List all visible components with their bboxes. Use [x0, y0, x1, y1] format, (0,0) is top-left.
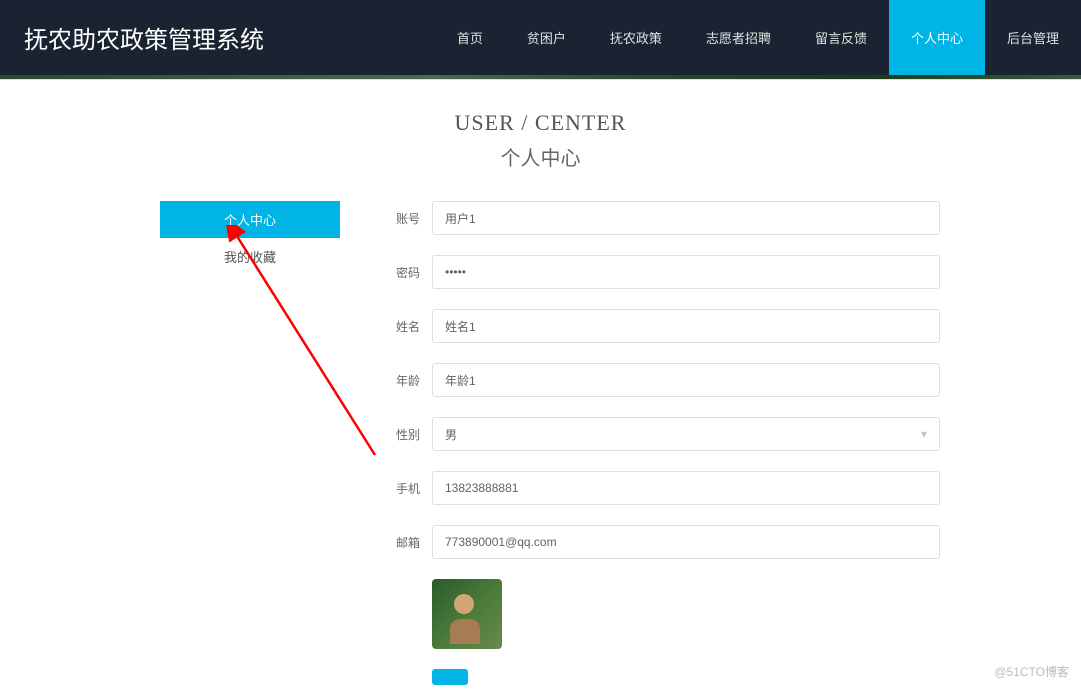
label-email: 邮箱 [380, 534, 420, 551]
row-password: 密码 [380, 255, 940, 289]
content-area: 个人中心 我的收藏 账号 密码 姓名 年龄 性别 男 ▾ 手机 [0, 201, 1081, 685]
row-email: 邮箱 [380, 525, 940, 559]
top-navbar: 抚农助农政策管理系统 首页 贫困户 抚农政策 志愿者招聘 留言反馈 个人中心 后… [0, 0, 1081, 75]
page-title-cn: 个人中心 [0, 142, 1081, 171]
page-title-en: USER / CENTER [0, 110, 1081, 136]
banner-image [0, 75, 1081, 80]
row-age: 年龄 [380, 363, 940, 397]
chevron-down-icon: ▾ [921, 427, 927, 441]
input-email[interactable] [432, 525, 940, 559]
nav-feedback[interactable]: 留言反馈 [793, 0, 889, 75]
input-account[interactable] [432, 201, 940, 235]
nav-menu: 首页 贫困户 抚农政策 志愿者招聘 留言反馈 个人中心 后台管理 [288, 0, 1081, 75]
input-age[interactable] [432, 363, 940, 397]
sidebar-item-favorites[interactable]: 我的收藏 [160, 238, 340, 275]
input-password[interactable] [432, 255, 940, 289]
sidebar-item-user-center[interactable]: 个人中心 [160, 201, 340, 238]
label-password: 密码 [380, 264, 420, 281]
label-phone: 手机 [380, 480, 420, 497]
nav-admin[interactable]: 后台管理 [985, 0, 1081, 75]
avatar-thumbnail[interactable] [432, 579, 502, 649]
form-area: 账号 密码 姓名 年龄 性别 男 ▾ 手机 邮箱 [380, 201, 940, 685]
label-name: 姓名 [380, 318, 420, 335]
row-name: 姓名 [380, 309, 940, 343]
nav-volunteer[interactable]: 志愿者招聘 [684, 0, 793, 75]
select-gender[interactable]: 男 ▾ [432, 417, 940, 451]
input-name[interactable] [432, 309, 940, 343]
nav-policies[interactable]: 抚农政策 [588, 0, 684, 75]
page-title: USER / CENTER 个人中心 [0, 110, 1081, 171]
label-account: 账号 [380, 210, 420, 227]
row-phone: 手机 [380, 471, 940, 505]
brand-title: 抚农助农政策管理系统 [0, 20, 288, 55]
select-gender-value: 男 [445, 426, 457, 443]
watermark: @51CTO博客 [994, 663, 1069, 680]
row-gender: 性别 男 ▾ [380, 417, 940, 451]
row-account: 账号 [380, 201, 940, 235]
nav-home[interactable]: 首页 [435, 0, 505, 75]
input-phone[interactable] [432, 471, 940, 505]
nav-user-center[interactable]: 个人中心 [889, 0, 985, 75]
label-age: 年龄 [380, 372, 420, 389]
label-gender: 性别 [380, 426, 420, 443]
row-avatar [432, 579, 940, 649]
submit-button[interactable] [432, 669, 468, 685]
sidebar: 个人中心 我的收藏 [160, 201, 340, 685]
nav-poor-households[interactable]: 贫困户 [505, 0, 588, 75]
